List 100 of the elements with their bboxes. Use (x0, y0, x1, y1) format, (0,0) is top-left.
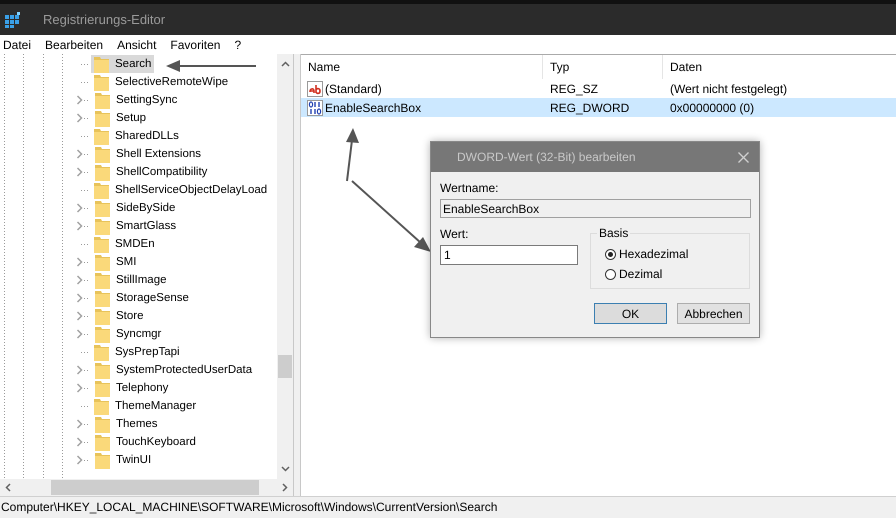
value-row[interactable]: (Standard) REG_SZ (Wert nicht festgelegt) (301, 79, 896, 98)
menu-item[interactable]: ? (234, 38, 242, 52)
tree-item[interactable]: SystemProtectedUserData (92, 361, 256, 379)
folder-icon (95, 416, 110, 432)
value-name-field[interactable]: EnableSearchBox (440, 199, 751, 218)
scroll-left-icon[interactable] (5, 483, 11, 492)
expand-icon[interactable] (76, 149, 83, 159)
folder-icon (95, 110, 110, 126)
expand-icon[interactable] (76, 167, 83, 177)
folder-icon (94, 398, 109, 414)
tree-item[interactable]: ShellServiceObjectDelayLoad (91, 181, 270, 199)
folder-icon (94, 236, 109, 252)
expand-icon[interactable] (76, 311, 83, 321)
tree-item[interactable]: TwinUI (92, 451, 154, 469)
value-data: 0x00000000 (0) (669, 100, 756, 114)
tree-item[interactable]: StorageSense (92, 289, 192, 307)
radio-button[interactable] (605, 268, 616, 280)
expand-icon[interactable] (76, 293, 83, 303)
tree-item[interactable]: StillImage (92, 271, 170, 289)
scroll-right-icon[interactable] (282, 483, 288, 492)
folder-icon (94, 56, 109, 72)
folder-icon (94, 74, 109, 90)
vertical-scrollbar[interactable] (277, 54, 293, 479)
tree-item[interactable]: Telephony (92, 379, 172, 397)
tree-item[interactable]: SettingSync (92, 91, 180, 109)
folder-icon (95, 290, 110, 306)
scroll-up-icon[interactable] (280, 61, 290, 67)
tree-item[interactable]: Store (92, 307, 146, 325)
expand-icon[interactable] (76, 437, 83, 447)
expand-icon[interactable] (76, 275, 83, 285)
dialog-title: DWORD-Wert (32-Bit) bearbeiten (457, 150, 636, 164)
tree-item[interactable]: TouchKeyboard (92, 433, 199, 451)
tree-item[interactable]: SelectiveRemoteWipe (91, 73, 232, 91)
menu-item[interactable]: Bearbeiten (45, 38, 104, 52)
radio-label: Hexadezimal (619, 247, 688, 261)
value-data: (Wert nicht festgelegt) (669, 82, 788, 96)
folder-icon (95, 362, 110, 378)
scroll-thumb[interactable] (51, 480, 259, 495)
field-label: Wert: (440, 227, 470, 241)
column-header[interactable]: Typ (543, 55, 663, 79)
expand-icon[interactable] (76, 455, 83, 465)
window-title: Registrierungs-Editor (43, 12, 166, 27)
status-bar: Computer\HKEY_LOCAL_MACHINE\SOFTWARE\Microsoft\Windows\CurrentVersion\Search (0, 496, 896, 518)
tree-item[interactable]: SMDEn (91, 235, 158, 253)
folder-icon (95, 218, 110, 234)
cancel-button[interactable]: Abbrechen (677, 303, 750, 324)
group-label: Basis (597, 226, 630, 240)
value-row[interactable]: EnableSearchBox REG_DWORD 0x00000000 (0) (301, 98, 896, 117)
field-label: Wertname: (440, 181, 500, 195)
expand-icon[interactable] (76, 113, 83, 123)
close-icon[interactable] (738, 152, 749, 162)
string-value-icon (307, 80, 323, 96)
registry-icon (5, 12, 21, 28)
expand-icon[interactable] (76, 365, 83, 375)
tree-item[interactable]: Search (91, 55, 154, 73)
expand-icon[interactable] (76, 221, 83, 231)
folder-icon (95, 254, 110, 270)
tree-item[interactable]: SmartGlass (92, 217, 180, 235)
binary-value-icon (307, 100, 323, 116)
ok-button[interactable]: OK (594, 303, 667, 324)
folder-icon (95, 326, 110, 342)
value-name: (Standard) (325, 82, 382, 96)
tree-item[interactable]: Syncmgr (92, 325, 164, 343)
tree-item[interactable]: Setup (92, 109, 150, 127)
tree-item[interactable]: SMI (92, 253, 140, 271)
radio-button[interactable] (605, 248, 616, 260)
menu-item[interactable]: Ansicht (117, 38, 156, 52)
value-type: REG_SZ (549, 82, 600, 96)
tree-item[interactable]: Shell Extensions (92, 145, 204, 163)
column-header[interactable]: Name (301, 55, 543, 79)
radio-label: Dezimal (619, 267, 662, 281)
menu-item[interactable]: Datei (3, 38, 32, 52)
tree-item[interactable]: ShellCompatibility (92, 163, 210, 181)
tree-item[interactable]: Themes (92, 415, 161, 433)
expand-icon[interactable] (76, 383, 83, 393)
tree-item[interactable]: SysPrepTapi (91, 343, 183, 361)
folder-icon (95, 380, 110, 396)
folder-icon (95, 452, 110, 468)
folder-icon (95, 92, 110, 108)
expand-icon[interactable] (76, 419, 83, 429)
value-data-field[interactable]: 1 (440, 245, 578, 265)
folder-icon (95, 200, 110, 216)
horizontal-scrollbar[interactable] (0, 479, 293, 496)
expand-icon[interactable] (76, 257, 83, 267)
tree-item[interactable]: SideBySide (92, 199, 178, 217)
scroll-thumb[interactable] (278, 355, 292, 378)
expand-icon[interactable] (76, 329, 83, 339)
folder-icon (95, 434, 110, 450)
folder-icon (95, 272, 110, 288)
column-header[interactable]: Daten (663, 55, 896, 79)
expand-icon[interactable] (76, 203, 83, 213)
folder-icon (94, 182, 109, 198)
scroll-down-icon[interactable] (280, 466, 290, 472)
folder-icon (94, 128, 109, 144)
expand-icon[interactable] (76, 95, 83, 105)
folder-icon (95, 308, 110, 324)
tree-item[interactable]: ThemeManager (91, 397, 200, 415)
value-name: EnableSearchBox (325, 100, 422, 114)
menu-item[interactable]: Favoriten (170, 38, 220, 52)
tree-item[interactable]: SharedDLLs (91, 127, 182, 145)
